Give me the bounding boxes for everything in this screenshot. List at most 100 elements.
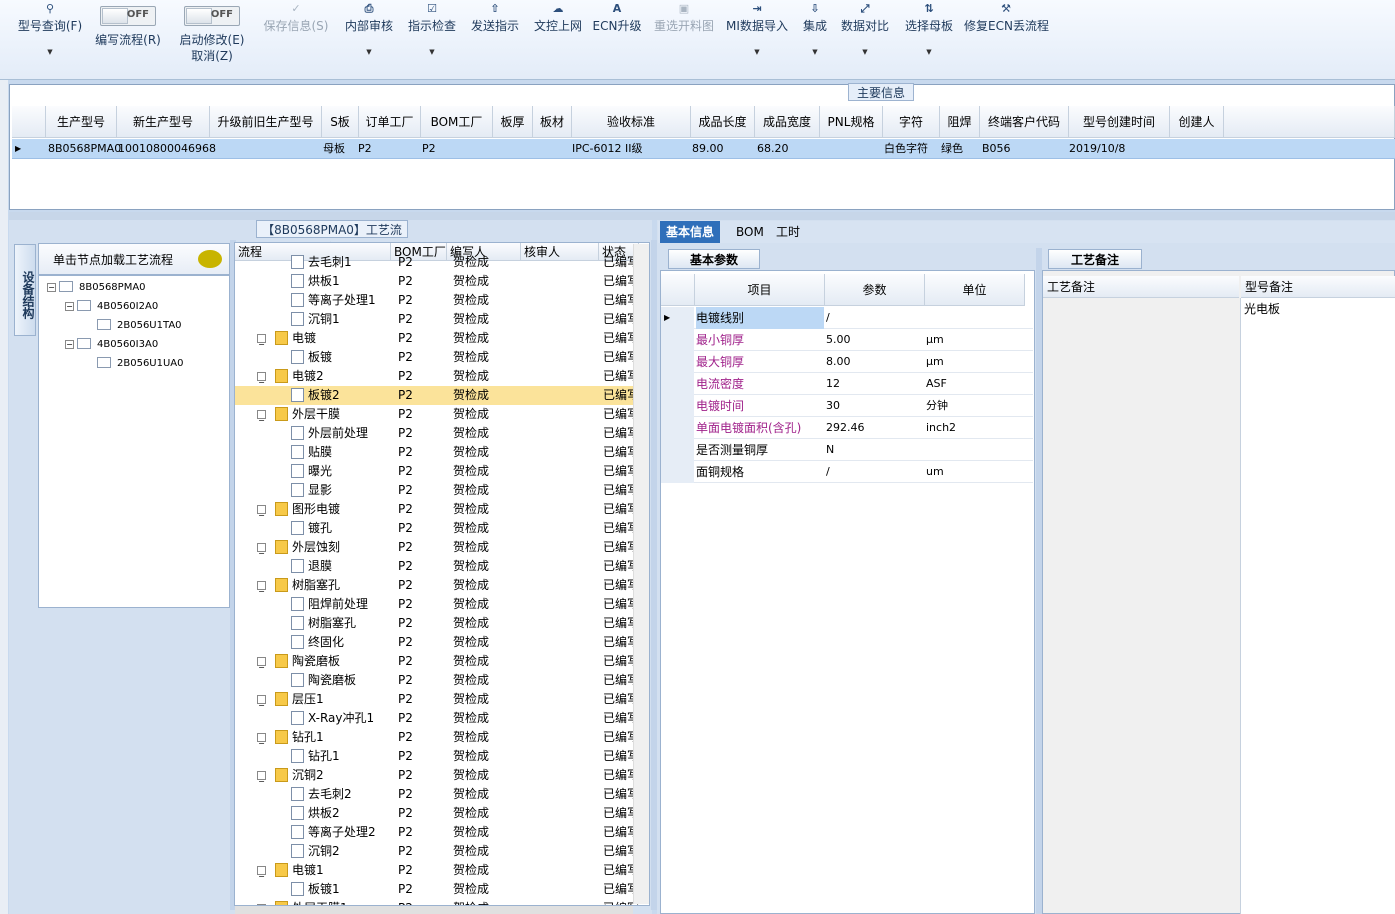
- flow-row[interactable]: 阻焊前处理 P2 贺检成 已编写: [235, 595, 639, 614]
- flow-row[interactable]: 终固化 P2 贺检成 已编写: [235, 633, 639, 652]
- repair-ecn-button[interactable]: ⚒ 修复ECN丢流程: [964, 0, 1049, 70]
- tree-node[interactable]: 2B056U1UA0: [97, 356, 184, 372]
- collapse-icon[interactable]: −: [257, 334, 266, 349]
- ecn-upgrade-button[interactable]: A ECN升级: [592, 0, 642, 70]
- column-header[interactable]: 成品长度: [691, 106, 755, 138]
- flow-row[interactable]: 板镀 P2 贺检成 已编写: [235, 348, 639, 367]
- row-selector[interactable]: [661, 417, 694, 439]
- column-header[interactable]: 型号创建时间: [1069, 106, 1170, 138]
- column-header[interactable]: 创建人: [1170, 106, 1224, 138]
- flow-row[interactable]: − 树脂塞孔 P2 贺检成 已编写: [235, 576, 639, 596]
- dropdown-arrow-icon[interactable]: ▼: [404, 46, 460, 58]
- column-header[interactable]: BOM工厂: [421, 106, 493, 138]
- param-value[interactable]: 292.46: [826, 417, 865, 439]
- tree-node[interactable]: −4B0560I2A0: [65, 299, 158, 315]
- flow-vertical-scrollbar[interactable]: [633, 244, 649, 904]
- column-header[interactable]: 字符: [883, 106, 940, 138]
- flow-row[interactable]: 沉铜2 P2 贺检成 已编写: [235, 842, 639, 861]
- collapse-icon[interactable]: −: [257, 695, 266, 710]
- flow-row[interactable]: 等离子处理2 P2 贺检成 已编写: [235, 823, 639, 842]
- doc-upload-button[interactable]: ☁ 文控上网: [530, 0, 586, 70]
- collapse-icon[interactable]: −: [257, 771, 266, 786]
- param-value[interactable]: 5.00: [826, 329, 851, 351]
- column-header[interactable]: 生产型号: [46, 106, 117, 138]
- column-header[interactable]: 阻焊: [940, 106, 980, 138]
- param-row[interactable]: 最大铜厚 8.00 μm: [661, 351, 1033, 373]
- param-row[interactable]: 面铜规格 / um: [661, 461, 1033, 483]
- flow-row[interactable]: 外层前处理 P2 贺检成 已编写: [235, 424, 639, 443]
- flow-row[interactable]: − 电镀2 P2 贺检成 已编写: [235, 367, 639, 387]
- horizontal-splitter[interactable]: [9, 212, 1395, 220]
- column-header[interactable]: 单位: [925, 274, 1025, 306]
- tab-bom[interactable]: BOM: [730, 221, 770, 243]
- dropdown-arrow-icon[interactable]: ▼: [342, 46, 396, 58]
- flow-row[interactable]: 去毛刺2 P2 贺检成 已编写: [235, 785, 639, 804]
- tree-node[interactable]: −4B0560I3A0: [65, 337, 158, 353]
- flow-row[interactable]: 去毛刺1 P2 贺检成 已编写: [235, 253, 639, 272]
- flow-row[interactable]: 烘板2 P2 贺检成 已编写: [235, 804, 639, 823]
- flow-row[interactable]: 钻孔1 P2 贺检成 已编写: [235, 747, 639, 766]
- model-notes-area[interactable]: 光电板: [1240, 298, 1395, 914]
- flow-row[interactable]: − 层压1 P2 贺检成 已编写: [235, 690, 639, 710]
- row-selector[interactable]: [661, 351, 694, 373]
- tab-work-hours[interactable]: 工时: [770, 221, 806, 243]
- flow-row[interactable]: 树脂塞孔 P2 贺检成 已编写: [235, 614, 639, 633]
- param-value[interactable]: 30: [826, 395, 840, 417]
- flow-row[interactable]: 等离子处理1 P2 贺检成 已编写: [235, 291, 639, 310]
- internal-review-button[interactable]: ⎙ 内部审核 ▼: [342, 0, 396, 70]
- row-selector[interactable]: [661, 439, 694, 461]
- flow-row[interactable]: − 电镀1 P2 贺检成 已编写: [235, 861, 639, 881]
- collapse-icon[interactable]: −: [257, 410, 266, 425]
- process-notes-tab[interactable]: 工艺备注: [1048, 249, 1142, 269]
- save-info-button[interactable]: ✓ 保存信息(S): [260, 0, 332, 70]
- column-header[interactable]: 板厚: [493, 106, 533, 138]
- row-selector[interactable]: [661, 461, 694, 483]
- equipment-structure-tab[interactable]: 设备结构: [14, 244, 36, 336]
- row-selector[interactable]: ▶: [661, 307, 694, 329]
- row-selector[interactable]: [661, 329, 694, 351]
- param-row[interactable]: 是否测量铜厚 N: [661, 439, 1033, 461]
- param-row[interactable]: ▶ 电镀线别 /: [661, 307, 1033, 329]
- flow-row[interactable]: − 图形电镀 P2 贺检成 已编写: [235, 500, 639, 520]
- flow-row[interactable]: −外层干膜1P2贺检成已编写: [235, 899, 639, 905]
- basic-params-tab[interactable]: 基本参数: [668, 249, 760, 269]
- param-row[interactable]: 电流密度 12 ASF: [661, 373, 1033, 395]
- column-header[interactable]: 订单工厂: [359, 106, 421, 138]
- column-header[interactable]: PNL规格: [820, 106, 883, 138]
- select-master-button[interactable]: ⇅ 选择母板 ▼: [902, 0, 956, 70]
- param-value[interactable]: /: [826, 461, 830, 483]
- tab-basic-info[interactable]: 基本信息: [660, 221, 721, 243]
- dropdown-arrow-icon[interactable]: ▼: [838, 46, 892, 58]
- reselect-material-button[interactable]: ▣ 重选开料图: [650, 0, 718, 70]
- row-selector[interactable]: [661, 395, 694, 417]
- flow-row[interactable]: 沉铜1 P2 贺检成 已编写: [235, 310, 639, 329]
- tree-node[interactable]: 2B056U1TA0: [97, 318, 182, 334]
- dropdown-arrow-icon[interactable]: ▼: [798, 46, 832, 58]
- column-header[interactable]: S板: [322, 106, 359, 138]
- column-header[interactable]: 升级前旧生产型号: [210, 106, 322, 138]
- column-header[interactable]: 成品宽度: [755, 106, 820, 138]
- collapse-icon[interactable]: −: [257, 657, 266, 672]
- flow-row[interactable]: 板镀2 P2 贺检成 已编写: [235, 386, 639, 405]
- query-button[interactable]: ⚲ 型号查询(F) ▼: [14, 0, 86, 70]
- column-header[interactable]: 板材: [533, 106, 572, 138]
- flow-row[interactable]: 曝光 P2 贺检成 已编写: [235, 462, 639, 481]
- dropdown-arrow-icon[interactable]: ▼: [724, 46, 790, 58]
- mi-import-button[interactable]: ⇥ MI数据导入 ▼: [724, 0, 790, 70]
- flow-row[interactable]: 烘板1 P2 贺检成 已编写: [235, 272, 639, 291]
- instruction-check-button[interactable]: ☑ 指示检查 ▼: [404, 0, 460, 70]
- flow-row[interactable]: − 外层干膜 P2 贺检成 已编写: [235, 405, 639, 425]
- column-header[interactable]: 终端客户代码: [980, 106, 1069, 138]
- row-selector[interactable]: [661, 373, 694, 395]
- flow-row[interactable]: 陶瓷磨板 P2 贺检成 已编写: [235, 671, 639, 690]
- collapse-icon[interactable]: −: [257, 505, 266, 520]
- column-header[interactable]: 验收标准: [572, 106, 691, 138]
- integrate-button[interactable]: ⇩ 集成 ▼: [798, 0, 832, 70]
- column-header[interactable]: 项目: [695, 274, 825, 306]
- collapse-icon[interactable]: −: [257, 372, 266, 387]
- collapse-icon[interactable]: −: [257, 733, 266, 748]
- flow-row[interactable]: − 钻孔1 P2 贺检成 已编写: [235, 728, 639, 748]
- start-modify-switch[interactable]: OFF: [184, 6, 240, 26]
- tree-node[interactable]: −8B0568PMA0: [47, 280, 146, 296]
- collapse-icon[interactable]: −: [257, 866, 266, 881]
